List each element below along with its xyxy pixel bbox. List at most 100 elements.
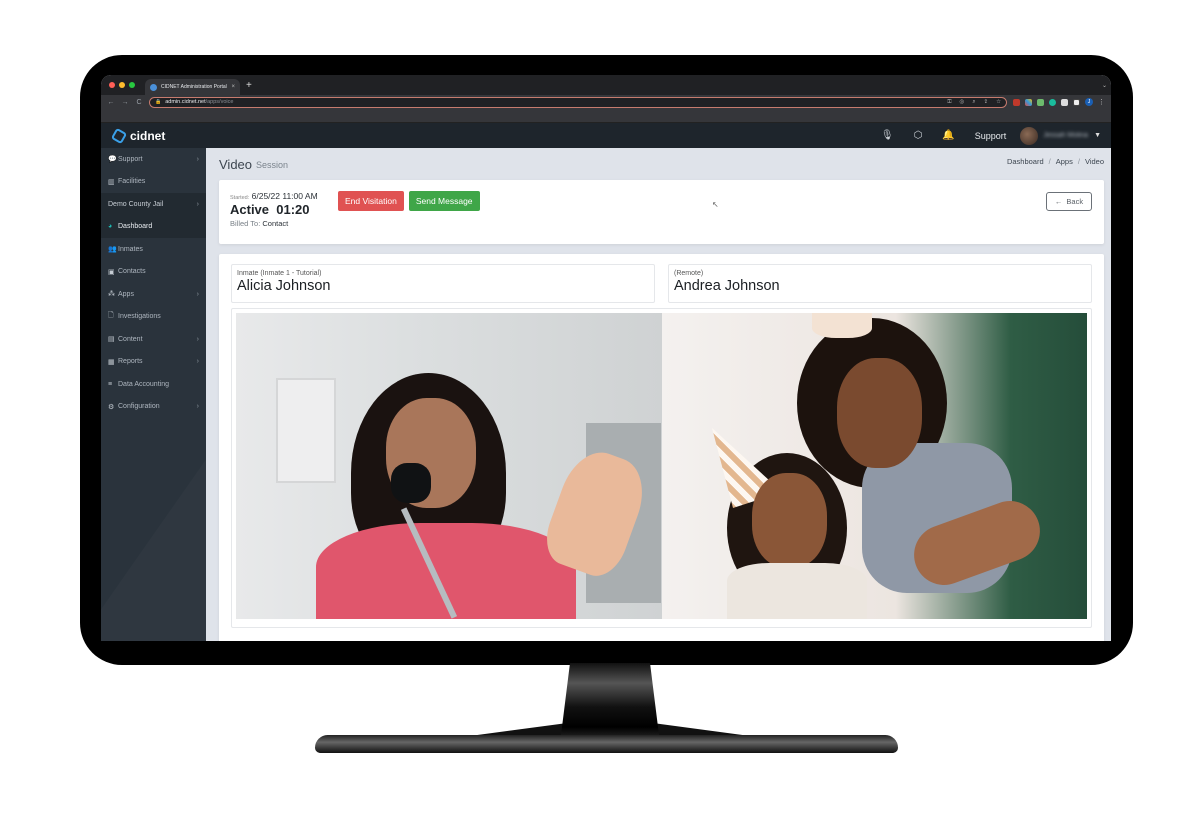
close-window-button[interactable] (109, 82, 115, 88)
chat-icon: 💬 (108, 156, 117, 164)
extension-icon-1[interactable] (1013, 98, 1020, 106)
new-tab-button[interactable]: + (246, 80, 252, 91)
star-icon[interactable]: ☆ (996, 99, 1001, 105)
header-support-link[interactable]: Support (975, 131, 1007, 141)
page-title: Video (219, 156, 253, 172)
reload-icon[interactable]: C (135, 99, 143, 106)
translate-icon[interactable]: ◎ (960, 99, 965, 105)
back-button[interactable]: ← Back (1046, 192, 1092, 211)
cidnet-logo[interactable]: cidnet (110, 127, 208, 144)
sidebar-item-label: Investigations (118, 313, 161, 321)
monitor-screen: CIDNET Administration Portal × + ⌄ ← → C… (101, 75, 1111, 641)
sidebar-item-support[interactable]: 💬 Support › (101, 148, 206, 171)
scene-party-hat-1 (812, 313, 872, 338)
profile-avatar-icon[interactable]: J (1085, 98, 1093, 106)
browser-toolbar: ← → C 🔒 admin.cidnet.net/apps/voice ⚿ ◎ … (101, 95, 1111, 109)
billed-value: Contact (262, 219, 289, 228)
participants-row: Inmate (Inmate 1 - Tutorial) Alicia John… (231, 264, 1092, 303)
facility-selector[interactable]: Demo County Jail › (101, 193, 206, 216)
inmate-video-feed[interactable] (236, 313, 662, 619)
session-info: Started: 6/25/22 11:00 AM Active 01:20 B… (230, 191, 338, 233)
breadcrumb-dashboard[interactable]: Dashboard (1007, 157, 1044, 166)
bookmark-bar (101, 109, 1111, 123)
maximize-window-button[interactable] (129, 82, 135, 88)
cube-icon[interactable]: ⬡ (914, 130, 923, 141)
users-icon: 👥 (108, 246, 117, 254)
remote-label: (Remote) (674, 270, 704, 277)
extension-icon-4[interactable] (1049, 98, 1056, 106)
inmate-label: Inmate (Inmate 1 - Tutorial) (237, 270, 322, 277)
forward-arrow-icon[interactable]: → (121, 99, 129, 106)
sidebar-item-label: Dashboard (118, 223, 153, 231)
window-controls (109, 82, 135, 88)
sidebar-item-investigations[interactable]: 🗋 Investigations (101, 306, 206, 329)
page-header: Video Session Dashboard / Apps / Video (219, 148, 1104, 180)
user-menu-caret-icon[interactable]: ▼ (1094, 132, 1101, 139)
session-actions: End Visitation Send Message (338, 191, 485, 233)
breadcrumb-apps[interactable]: Apps (1056, 157, 1073, 166)
end-visitation-button[interactable]: End Visitation (338, 191, 404, 211)
dashboard-gauge-icon: ◕ (108, 223, 113, 231)
sidebar-item-data-accounting[interactable]: ≡ Data Accounting (101, 373, 206, 396)
sidebar-item-dashboard[interactable]: ◕ Dashboard (101, 215, 206, 238)
zoom-icon[interactable]: ⌕ (972, 99, 975, 106)
sidebar-item-contacts[interactable]: ▣ Contacts (101, 261, 206, 284)
app-header: cidnet 🎙 ⬡ 🔔 Support Jessah Molina ▼ (101, 123, 1111, 148)
sidebar-item-configuration[interactable]: ⚙ Configuration › (101, 396, 206, 419)
status-text: Active (230, 202, 270, 217)
cidnet-favicon-icon (150, 83, 157, 91)
user-name[interactable]: Jessah Molina (1043, 132, 1088, 139)
session-status: Active 01:20 (230, 202, 338, 217)
sidebar-item-label: Content (118, 335, 143, 343)
chevron-right-icon: › (196, 200, 199, 208)
user-avatar[interactable] (1020, 126, 1039, 145)
started-label: Started: (230, 195, 250, 201)
url-path: /apps/voice (205, 99, 234, 105)
browser-tab-bar: CIDNET Administration Portal × + ⌄ (101, 75, 1111, 95)
scene-child-shirt (727, 563, 867, 619)
address-bar[interactable]: 🔒 admin.cidnet.net/apps/voice ⚿ ◎ ⌕ ⇪ ☆ (149, 96, 1007, 108)
scene-mother-face (837, 358, 922, 468)
share-icon[interactable]: ⇪ (983, 99, 988, 105)
microphone-icon[interactable]: 🎙 (881, 130, 894, 141)
minimize-window-button[interactable] (119, 82, 125, 88)
sidebar-item-facilities[interactable]: ▥ Facilities (101, 171, 206, 194)
bell-icon[interactable]: 🔔 (942, 130, 954, 141)
video-streams (231, 308, 1092, 628)
sidepanel-icon[interactable] (1073, 98, 1080, 106)
sidebar-item-content[interactable]: ▤ Content › (101, 328, 206, 351)
sidebar-item-inmates[interactable]: 👥 Inmates (101, 238, 206, 261)
started-value: 6/25/22 11:00 AM (251, 191, 318, 201)
session-card: Started: 6/25/22 11:00 AM Active 01:20 B… (219, 180, 1104, 244)
close-tab-icon[interactable]: × (231, 84, 235, 90)
extension-icon-3[interactable] (1037, 98, 1044, 106)
key-icon[interactable]: ⚿ (947, 99, 951, 106)
puzzle-extensions-icon[interactable] (1061, 98, 1068, 106)
billed-to: Billed To: Contact (230, 219, 338, 228)
breadcrumb-video: Video (1084, 156, 1104, 166)
back-label: Back (1066, 197, 1084, 206)
monitor-stand-neck (560, 663, 660, 743)
sidebar-item-reports[interactable]: ▦ Reports › (101, 351, 206, 374)
sidebar-item-label: Reports (118, 358, 143, 366)
sidebar-item-apps[interactable]: ⁂ Apps › (101, 283, 206, 306)
breadcrumb-separator: / (1077, 156, 1080, 166)
address-book-icon: ▣ (108, 268, 115, 276)
browser-menu-icon[interactable]: ⋮ (1098, 98, 1105, 106)
extension-icon-2[interactable] (1025, 98, 1032, 106)
report-file-icon: ▦ (108, 358, 115, 366)
browser-tab-active[interactable]: CIDNET Administration Portal × (145, 79, 240, 95)
scene-window (276, 378, 336, 483)
main-content: Video Session Dashboard / Apps / Video S… (206, 148, 1111, 641)
chevron-right-icon: › (196, 358, 199, 366)
image-icon: ▤ (108, 336, 115, 344)
chevron-right-icon: › (196, 155, 199, 163)
send-message-button[interactable]: Send Message (408, 191, 480, 211)
apps-icon: ⁂ (108, 291, 115, 299)
tab-search-icon[interactable]: ⌄ (1102, 82, 1107, 89)
cidnet-logo-icon (110, 127, 128, 144)
remote-video-feed[interactable] (662, 313, 1087, 619)
inmate-participant: Inmate (Inmate 1 - Tutorial) Alicia John… (231, 264, 655, 303)
facility-name: Demo County Jail (108, 200, 164, 208)
back-arrow-icon[interactable]: ← (107, 99, 115, 106)
